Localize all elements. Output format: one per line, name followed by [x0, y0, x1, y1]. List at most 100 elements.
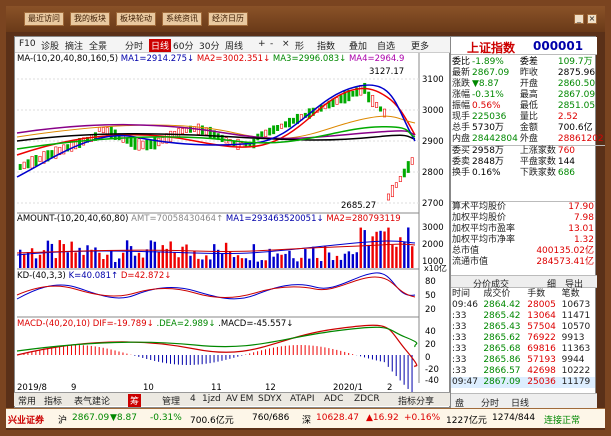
- stat-row: 加权平均市净率 1.32: [452, 235, 594, 245]
- volume-bar: [296, 261, 299, 268]
- tick-row: :33 2866.57 42698 10222: [452, 366, 591, 376]
- volume-bar: [300, 257, 303, 268]
- tick-row: 09:46 2864.42 28005 10673: [452, 300, 591, 310]
- volume-bar: [383, 231, 386, 268]
- tab-chips[interactable]: 筹: [128, 394, 142, 407]
- close-icon[interactable]: ×: [587, 14, 597, 24]
- sh-pct: -0.31%: [150, 413, 182, 423]
- macd-value: .MACD=-45.557↓: [218, 319, 294, 329]
- minimize-icon[interactable]: _: [574, 14, 584, 24]
- stat-row: 加权平均市盈率 13.01: [452, 224, 594, 234]
- volume-bar: [50, 243, 54, 268]
- tab-4[interactable]: 4: [190, 394, 196, 404]
- volume-bar: [312, 246, 315, 268]
- sh-label: 沪: [58, 416, 68, 426]
- tab-zdcr[interactable]: ZDCR: [354, 394, 380, 404]
- candle: [141, 140, 145, 150]
- candle: [268, 127, 272, 136]
- brand-logo: 兴业证券: [8, 416, 45, 426]
- volume-bar: [260, 260, 263, 268]
- quote-row: 现手 225036 量比 2.52: [452, 112, 578, 122]
- tab-atapi[interactable]: ATAPI: [290, 394, 315, 404]
- sz-label: 深: [302, 416, 312, 426]
- volume-bar: [90, 249, 93, 268]
- volume-bar: [335, 255, 339, 268]
- volume-bar: [280, 254, 283, 268]
- my-sector-button[interactable]: 我的板块: [70, 12, 110, 26]
- chart-area[interactable]: F10 诊股 摘注 全景 分时 日线 60分 30分 周线 + - × 形 指数…: [14, 36, 451, 408]
- macd-legend: MACD-(40,20,10) DIF=-19.789↓ .DEA=2.989↓…: [17, 319, 294, 329]
- volume-bar: [407, 227, 410, 268]
- sh-amt: 700.6亿元: [190, 416, 234, 426]
- candle: [26, 159, 30, 169]
- sh-updown: 760/686: [252, 413, 290, 423]
- tab-em[interactable]: EM: [240, 394, 253, 404]
- volume-bar: [102, 259, 105, 268]
- tab-adc[interactable]: ADC: [324, 394, 343, 404]
- volume-bar: [185, 244, 188, 268]
- amount-ma2: MA2=280793119: [326, 214, 401, 224]
- stats-table: 算术平均股价 17.90 加权平均股价 7.98 加权平均市盈率 13.01 加权平均…: [451, 201, 595, 268]
- volume-bar: [181, 246, 184, 268]
- volume-bar: [82, 254, 85, 268]
- low-mark: 2685.27: [341, 201, 377, 211]
- macd-tick: 0: [425, 353, 431, 363]
- tick-row: :33 2865.42 13064 11471: [452, 311, 591, 321]
- tab-common[interactable]: 常用: [18, 394, 36, 407]
- candle: [264, 129, 268, 138]
- candle: [101, 127, 105, 134]
- volume-bar: [177, 257, 180, 268]
- tab-av[interactable]: AV: [226, 394, 238, 404]
- tab-indicator[interactable]: 指标: [44, 394, 62, 407]
- system-info-button[interactable]: 系统资讯: [162, 12, 202, 26]
- ticks-header: 时间 成交价 手数 笔数: [452, 289, 580, 299]
- price-tick: 2900: [422, 137, 444, 147]
- stat-row: 总市值 400135.02亿: [452, 246, 594, 256]
- econ-calendar-button[interactable]: 经济日历: [208, 12, 248, 26]
- sz-updown: 1274/844: [492, 413, 536, 423]
- tab-indicator-share[interactable]: 指标分享: [398, 394, 434, 407]
- tab-sdyx[interactable]: SDYX: [258, 394, 282, 404]
- tab-1jzd[interactable]: 1jzd: [202, 394, 221, 404]
- volume-bar: [197, 258, 200, 268]
- candle: [181, 128, 185, 134]
- tick-row: :33 2865.86 57193 9944: [452, 355, 585, 365]
- volume-bar: [264, 260, 267, 268]
- volume-bar: [304, 248, 307, 268]
- volume-bar: [276, 253, 279, 268]
- candle: [177, 128, 181, 138]
- tick-row: :33 2865.62 76922 9913: [452, 333, 585, 343]
- macd-tick: -40: [425, 376, 439, 386]
- volume-bar: [189, 255, 192, 268]
- sector-rotation-button[interactable]: 板块轮动: [116, 12, 156, 26]
- candle: [406, 161, 410, 173]
- candle: [129, 137, 133, 147]
- quote-row: 换手 0.16% 下跌家数 686: [452, 168, 576, 178]
- kd-tick: 50: [425, 291, 436, 301]
- tick-row: :33 2865.43 57504 10570: [452, 322, 591, 332]
- volume-bar: [288, 250, 291, 268]
- volume-bar: [343, 253, 347, 268]
- candle: [284, 121, 288, 128]
- kd-tick: 20: [425, 305, 436, 315]
- tab-manage[interactable]: 管理: [162, 394, 180, 407]
- volume-bar: [339, 259, 343, 268]
- candle: [38, 155, 42, 163]
- volume-bar: [157, 251, 160, 268]
- ticks-table: 时间 成交价 手数 笔数 09:46 2864.42 28005 10673 :33 2865…: [451, 289, 595, 388]
- candle: [291, 117, 295, 124]
- sz-pct: +0.16%: [404, 413, 441, 423]
- k-value: K=40.081↑: [68, 271, 119, 281]
- amount-tick: 2000: [422, 240, 444, 250]
- candle: [371, 94, 375, 108]
- candle: [398, 176, 402, 182]
- tab-expression[interactable]: 表气建论: [74, 394, 110, 407]
- candle: [280, 123, 284, 129]
- recent-button[interactable]: 最近访问: [24, 12, 64, 26]
- volume-bar: [308, 258, 311, 268]
- volume-bar: [62, 244, 65, 268]
- volume-bar: [137, 252, 141, 268]
- volume-bar: [236, 255, 240, 268]
- candle: [157, 137, 161, 147]
- volume-bar: [34, 258, 38, 268]
